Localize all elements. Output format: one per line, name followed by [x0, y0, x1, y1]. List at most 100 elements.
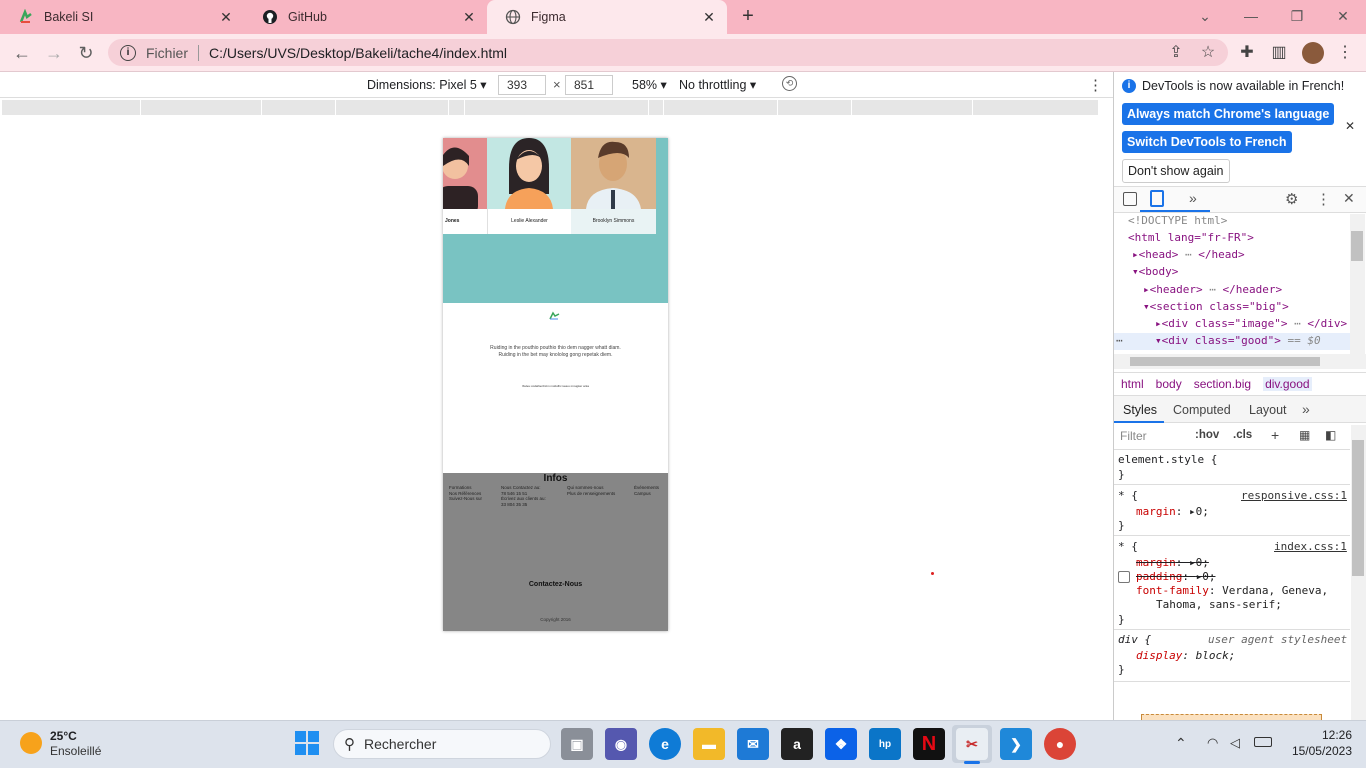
mq-segment[interactable] [778, 100, 852, 115]
myhp-icon[interactable]: hp [869, 728, 901, 760]
weather-desc[interactable]: Ensoleillé [50, 744, 101, 758]
dom-node[interactable]: <!DOCTYPE html> [1128, 214, 1227, 227]
breadcrumb-item[interactable]: body [1156, 377, 1182, 391]
scrollbar-thumb[interactable] [1352, 440, 1364, 576]
dom-node[interactable]: ▾<section class="big"> [1143, 300, 1289, 313]
expand-arrow-icon[interactable]: ▸ [1189, 505, 1196, 518]
hscrollbar-thumb[interactable] [1130, 357, 1320, 366]
tab-layout[interactable]: Layout [1249, 403, 1287, 417]
emulated-viewport[interactable]: Jones Leslie Alexander Brooklyn Simmons … [443, 138, 668, 631]
sidebar-toggle-icon[interactable]: ◧ [1325, 428, 1336, 442]
paint-icon[interactable]: ▦ [1299, 428, 1310, 442]
scrollbar-thumb[interactable] [1351, 231, 1363, 261]
dom-node[interactable]: ▸<head> ⋯ </head> [1132, 248, 1245, 261]
file-explorer-icon[interactable]: ▬ [693, 728, 725, 760]
tab-styles[interactable]: Styles [1123, 403, 1157, 417]
dropbox-icon[interactable]: ❖ [825, 728, 857, 760]
back-icon[interactable]: ← [11, 42, 33, 64]
close-banner-icon[interactable]: ✕ [1345, 119, 1355, 133]
cls-toggle[interactable]: .cls [1233, 429, 1252, 441]
tab-search-icon[interactable]: ⌄ [1182, 4, 1228, 28]
amazon-icon[interactable]: a [781, 728, 813, 760]
tab-figma[interactable]: Figma ✕ [487, 0, 727, 34]
mq-segment[interactable] [449, 100, 465, 115]
extensions-icon[interactable]: ✚ [1236, 42, 1258, 64]
dom-node[interactable]: ▸<div class="image"> ⋯ </div> [1155, 317, 1347, 330]
breadcrumb-item[interactable]: section.big [1194, 377, 1251, 391]
css-selector[interactable]: element.style { [1118, 453, 1217, 466]
hov-toggle[interactable]: :hov [1195, 429, 1219, 441]
collapse-arrow-icon[interactable]: ▾ [1132, 265, 1139, 278]
mq-segment[interactable] [465, 100, 649, 115]
reload-icon[interactable]: ↻ [75, 42, 97, 64]
css-declaration-overridden[interactable]: margin: ▸0; [1136, 556, 1209, 569]
match-language-button[interactable]: Always match Chrome's language [1122, 103, 1335, 125]
throttling-select[interactable]: No throttling ▾ [679, 77, 756, 92]
width-input[interactable]: 393 [498, 75, 546, 95]
row-options-icon[interactable]: ⋯ [1116, 334, 1123, 347]
mq-segment[interactable] [2, 100, 141, 115]
tab-bakeli[interactable]: Bakeli SI ✕ [0, 0, 244, 34]
expand-arrow-icon[interactable]: ▸ [1132, 248, 1139, 261]
task-view-icon[interactable]: ▣ [561, 728, 593, 760]
menu-kebab-icon[interactable]: ⋮ [1334, 42, 1356, 64]
height-input[interactable]: 851 [565, 75, 613, 95]
address-bar[interactable]: i Fichier C:/Users/UVS/Desktop/Bakeli/ta… [108, 39, 1228, 66]
breadcrumb-item[interactable]: html [1121, 377, 1144, 391]
minimize-icon[interactable]: — [1228, 4, 1274, 28]
side-panel-icon[interactable]: ▥ [1268, 42, 1290, 64]
chevron-up-icon[interactable]: ⌃ [1175, 735, 1187, 752]
css-source-link[interactable]: responsive.css:1 [1241, 489, 1347, 502]
snipping-tool-icon[interactable]: ✂ [956, 728, 988, 760]
weather-temp[interactable]: 25°C [50, 729, 77, 743]
expand-arrow-icon[interactable]: ▸ [1143, 283, 1150, 296]
url-text[interactable]: C:/Users/UVS/Desktop/Bakeli/tache4/index… [209, 45, 507, 61]
new-tab-button[interactable]: + [736, 4, 760, 28]
wifi-icon[interactable]: ◠ [1207, 735, 1218, 751]
css-selector[interactable]: * { [1118, 489, 1138, 502]
dom-node[interactable]: ▸<header> ⋯ </header> [1143, 283, 1282, 296]
expand-arrow-icon[interactable]: ▸ [1155, 317, 1162, 330]
styles-filter-input[interactable]: Filter [1120, 429, 1185, 445]
new-rule-icon[interactable]: + [1271, 427, 1279, 443]
css-declaration[interactable]: font-family: Verdana, Geneva, [1136, 584, 1328, 597]
dom-node-selected[interactable]: ▾<div class="good"> == $0 [1155, 334, 1321, 347]
device-select[interactable]: Dimensions: Pixel 5 ▾ [367, 77, 487, 92]
more-tabs-icon[interactable]: » [1302, 401, 1310, 417]
close-tab-icon[interactable]: ✕ [218, 9, 234, 26]
restore-icon[interactable]: ❐ [1274, 4, 1320, 28]
clock-time[interactable]: 12:26 [1296, 728, 1352, 742]
mq-segment[interactable] [336, 100, 449, 115]
rotate-icon[interactable]: ⟲ [782, 76, 797, 91]
taskbar-search[interactable]: ⚲ Rechercher [333, 729, 551, 759]
tab-github[interactable]: GitHub ✕ [244, 0, 487, 34]
bookmark-star-icon[interactable]: ☆ [1197, 42, 1219, 64]
share-icon[interactable]: ⇪ [1165, 42, 1187, 64]
expand-arrow-icon[interactable]: ▸ [1189, 556, 1196, 569]
close-window-icon[interactable]: ✕ [1320, 4, 1366, 28]
mq-segment[interactable] [141, 100, 262, 115]
css-declaration[interactable]: margin: ▸0; [1136, 505, 1209, 518]
mq-segment[interactable] [852, 100, 973, 115]
breadcrumb-item[interactable]: div.good [1263, 377, 1312, 391]
footer-link[interactable]: Suivez-Nous sur [449, 496, 482, 502]
css-selector[interactable]: * { [1118, 540, 1138, 553]
device-toggle-icon[interactable] [1150, 190, 1164, 207]
more-tabs-icon[interactable]: » [1189, 190, 1197, 206]
teams-icon[interactable]: ◉ [605, 728, 637, 760]
footer-link[interactable]: Campus [634, 491, 659, 497]
dont-show-button[interactable]: Don't show again [1122, 159, 1230, 183]
netflix-icon[interactable]: N [913, 728, 945, 760]
switch-french-button[interactable]: Switch DevTools to French [1122, 131, 1292, 153]
gear-icon[interactable]: ⚙ [1285, 190, 1298, 208]
close-tab-icon[interactable]: ✕ [701, 9, 717, 26]
mq-segment[interactable] [649, 100, 664, 115]
windows-start-icon[interactable] [295, 731, 319, 755]
close-tab-icon[interactable]: ✕ [461, 9, 477, 26]
chrome-icon[interactable]: ● [1044, 728, 1076, 760]
vscode-icon[interactable]: ❯ [1000, 728, 1032, 760]
collapse-arrow-icon[interactable]: ▾ [1155, 334, 1162, 347]
battery-icon[interactable] [1254, 737, 1272, 747]
mail-icon[interactable]: ✉ [737, 728, 769, 760]
css-declaration-overridden[interactable]: padding: ▸0; [1136, 570, 1215, 583]
